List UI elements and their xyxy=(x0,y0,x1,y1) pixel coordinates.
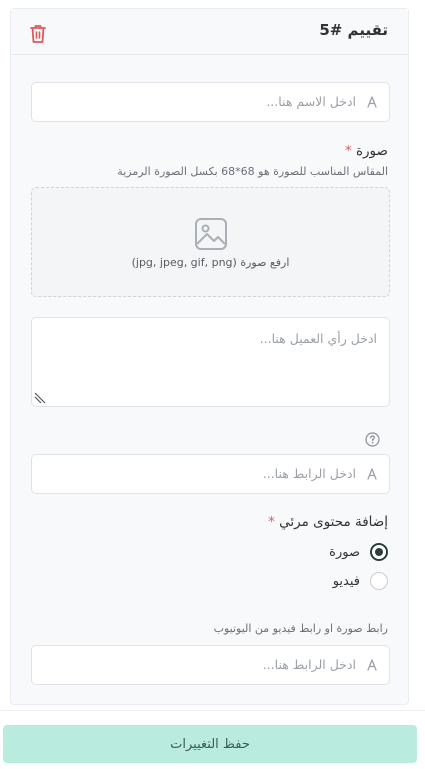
person-icon xyxy=(367,96,377,108)
required-mark: * xyxy=(344,143,352,159)
radio-video-label: فيديو xyxy=(332,573,360,589)
radio-option-image[interactable]: صورة xyxy=(329,542,388,562)
image-label: صورة * xyxy=(345,143,388,159)
save-changes-button[interactable]: حفظ التغييرات xyxy=(3,725,417,763)
footer-divider xyxy=(0,710,425,711)
image-size-hint: المقاس المناسب للصورة هو 68*68 بكسل الصو… xyxy=(117,165,388,178)
radio-video[interactable] xyxy=(370,572,388,590)
review-card: تقييم #5 ادخل الاسم هنا... صورة * المقاس… xyxy=(10,8,409,705)
image-upload-dropzone[interactable]: ارفع صورة (jpg, jpeg, gif, png) xyxy=(31,187,390,297)
link-input[interactable]: ادخل الرابط هنا... xyxy=(31,454,390,494)
customer-opinion-textarea[interactable]: ادخل رأي العميل هنا... xyxy=(31,317,390,407)
image-label-text: صورة xyxy=(355,143,388,159)
upload-text: ارفع صورة (jpg, jpeg, gif, png) xyxy=(131,256,290,269)
media-url-label: رابط صورة او رابط فيديو من اليوتيوب xyxy=(213,622,388,635)
name-input[interactable]: ادخل الاسم هنا... xyxy=(31,82,390,122)
person-icon xyxy=(367,468,377,480)
card-title: تقييم #5 xyxy=(319,21,388,39)
link-input-placeholder: ادخل الرابط هنا... xyxy=(262,466,356,481)
required-mark: * xyxy=(268,514,275,530)
resize-handle-icon[interactable] xyxy=(34,392,46,404)
card-header: تقييم #5 xyxy=(11,9,408,55)
media-url-input[interactable]: ادخل الرابط هنا... xyxy=(31,645,390,685)
person-icon xyxy=(367,659,377,671)
image-icon xyxy=(195,218,227,250)
opinion-placeholder: ادخل رأي العميل هنا... xyxy=(259,331,377,346)
name-input-placeholder: ادخل الاسم هنا... xyxy=(266,94,356,109)
trash-icon[interactable] xyxy=(28,23,48,45)
media-label-text: إضافة محتوى مرئي xyxy=(279,514,388,530)
radio-option-video[interactable]: فيديو xyxy=(333,571,388,591)
media-url-placeholder: ادخل الرابط هنا... xyxy=(262,657,356,672)
radio-image[interactable] xyxy=(370,543,388,561)
media-label: إضافة محتوى مرئي * xyxy=(268,514,388,530)
radio-image-label: صورة xyxy=(329,544,360,560)
help-circle-icon[interactable] xyxy=(365,432,380,447)
